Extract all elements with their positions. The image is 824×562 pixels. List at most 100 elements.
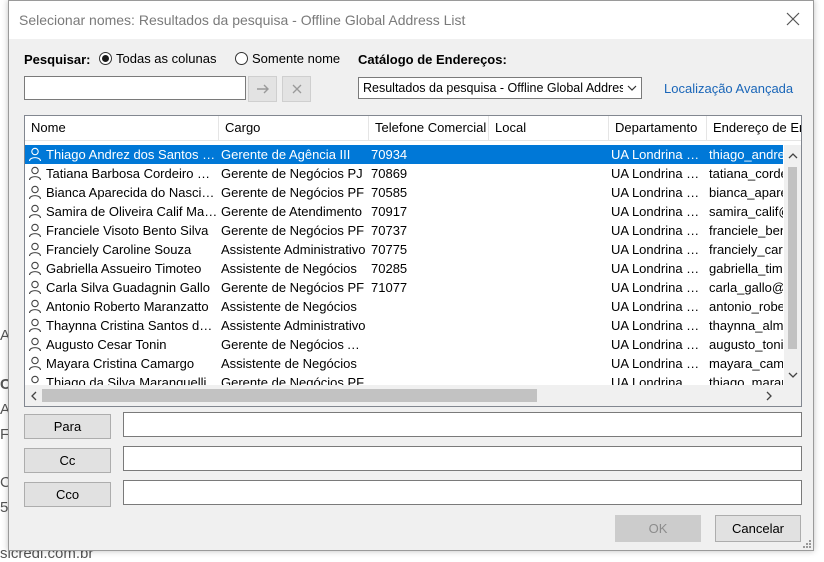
- cell-local: [491, 202, 607, 221]
- cell-telefone: 70285: [371, 261, 408, 276]
- table-row[interactable]: Franciele Visoto Bento Silva Gerente de N…: [25, 221, 783, 240]
- cell-email: bianca_aparecida@sicredi.com.br: [709, 185, 783, 200]
- table-row[interactable]: Gabriella Assueiro Timoteo Assistente de …: [25, 259, 783, 278]
- radio-name-only[interactable]: Somente nome: [235, 51, 340, 66]
- user-icon: [28, 204, 42, 219]
- cell-cargo: Assistente de Negócios: [221, 356, 357, 371]
- radio-all-columns[interactable]: Todas as colunas: [99, 51, 216, 66]
- user-icon: [31, 375, 39, 384]
- cell-local: [491, 240, 607, 259]
- cell-nome: Bianca Aparecida do Nascimento: [46, 185, 218, 200]
- cell-local: [491, 297, 607, 316]
- user-icon: [28, 185, 42, 200]
- cell-nome: Franciele Visoto Bento Silva: [46, 223, 209, 238]
- advanced-find-link[interactable]: Localização Avançada: [664, 81, 793, 96]
- column-header-departamento[interactable]: Departamento: [609, 116, 707, 140]
- cell-cargo: Gerente de Negócios PF: [221, 375, 365, 385]
- cell-email: franciele_bento@sicredi.com.br: [709, 223, 783, 238]
- table-row[interactable]: Augusto Cesar Tonin Gerente de Negócios A…: [25, 335, 783, 354]
- vertical-scrollbar[interactable]: [784, 145, 801, 385]
- cell-telefone: 70737: [371, 223, 408, 238]
- cell-nome: Samira de Oliveira Calif Martins: [46, 204, 218, 219]
- cancel-button[interactable]: Cancelar: [715, 515, 801, 542]
- table-row[interactable]: Carla Silva Guadagnin Gallo Gerente de Ne…: [25, 278, 783, 297]
- column-header-nome[interactable]: Nome: [25, 116, 219, 140]
- horizontal-scroll-thumb[interactable]: [42, 389, 537, 402]
- user-icon: [28, 166, 42, 181]
- column-header-telefone[interactable]: Telefone Comercial: [369, 116, 489, 140]
- table-row[interactable]: Thiago da Silva Maranguelli Gerente de Ne…: [25, 373, 783, 385]
- user-icon: [28, 147, 42, 162]
- list-header: Nome Cargo Telefone Comercial Local Depa…: [25, 116, 801, 141]
- cell-email: franciely_caroline@sicredi.com.br: [709, 242, 783, 257]
- user-icon: [28, 356, 42, 371]
- chevron-down-icon[interactable]: [784, 366, 801, 383]
- cell-telefone: 70775: [371, 242, 408, 257]
- cell-telefone: 70585: [371, 185, 408, 200]
- cell-nome: Carla Silva Guadagnin Gallo: [46, 280, 211, 295]
- radio-dot: [235, 52, 248, 65]
- vertical-scroll-thumb[interactable]: [788, 167, 797, 349]
- resize-grip-icon[interactable]: [801, 538, 811, 548]
- chevron-left-icon[interactable]: [25, 387, 42, 404]
- user-icon: [28, 242, 42, 257]
- horizontal-scrollbar[interactable]: [25, 385, 801, 406]
- cell-local: [491, 373, 607, 385]
- close-button[interactable]: [781, 7, 807, 33]
- cell-departamento: UA Londrina Dez de Dezembro: [611, 375, 705, 385]
- list-rows: Thiago Andrez dos Santos Silva Gerente de…: [25, 145, 783, 385]
- table-row[interactable]: Franciely Caroline Souza Assistente Admin…: [25, 240, 783, 259]
- cell-nome: Gabriella Assueiro Timoteo: [46, 261, 202, 276]
- table-row[interactable]: Antonio Roberto Maranzatto Assistente de …: [25, 297, 783, 316]
- table-row[interactable]: Bianca Aparecida do NascimentoGerente de…: [25, 183, 783, 202]
- cell-local: [491, 164, 607, 183]
- cell-cargo: Assistente de Negócios: [221, 299, 357, 314]
- column-header-cargo[interactable]: Cargo: [219, 116, 369, 140]
- cell-departamento: UA Londrina Dez de Dezembro: [611, 166, 705, 181]
- cell-local: [491, 221, 607, 240]
- user-icon: [28, 223, 42, 238]
- cell-email: thaynna_almeida@sicredi.com.br: [709, 318, 783, 333]
- cc-button[interactable]: Cc: [24, 448, 111, 473]
- column-header-email[interactable]: Endereço de Email: [707, 116, 801, 140]
- to-button[interactable]: Para: [24, 414, 111, 439]
- table-row[interactable]: Tatiana Barbosa Cordeiro SoaresGerente d…: [25, 164, 783, 183]
- search-go-button[interactable]: [248, 76, 277, 102]
- cell-nome: Augusto Cesar Tonin: [46, 337, 167, 352]
- cell-email: gabriella_timoteo@sicredi.com.br: [709, 261, 783, 276]
- cc-field[interactable]: [123, 446, 802, 471]
- cell-local: [491, 183, 607, 202]
- chevron-up-icon[interactable]: [784, 147, 801, 164]
- cell-email: augusto_tonin@sicredi.com.br: [709, 337, 783, 352]
- cell-departamento: UA Londrina Dez de Dezembro: [611, 318, 705, 333]
- radio-name-only-label: Somente nome: [252, 51, 341, 66]
- column-header-local[interactable]: Local: [489, 116, 609, 140]
- cell-local: [491, 278, 607, 297]
- cell-local: [491, 354, 607, 373]
- address-book-select[interactable]: Resultados da pesquisa - Offline Global …: [358, 77, 642, 99]
- search-input[interactable]: [24, 76, 246, 100]
- bcc-button[interactable]: Cco: [24, 482, 111, 507]
- user-icon: [28, 261, 42, 276]
- bcc-field[interactable]: [123, 480, 802, 505]
- results-list[interactable]: Nome Cargo Telefone Comercial Local Depa…: [24, 115, 802, 407]
- cell-departamento: UA Londrina Dez de Dezembro: [611, 204, 705, 219]
- to-field[interactable]: [123, 412, 802, 437]
- user-icon: [28, 280, 42, 295]
- cell-departamento: UA Londrina Dez de Dezembro: [611, 242, 705, 257]
- cell-telefone: 70917: [371, 204, 408, 219]
- cell-telefone: 70869: [371, 166, 408, 181]
- radio-all-columns-label: Todas as colunas: [116, 51, 217, 66]
- table-row[interactable]: Samira de Oliveira Calif Martins Gerente …: [25, 202, 783, 221]
- cell-cargo: Assistente Administrativo: [221, 318, 366, 333]
- table-row[interactable]: Thiago Andrez dos Santos Silva Gerente de…: [25, 145, 783, 164]
- ok-button[interactable]: OK: [615, 515, 701, 542]
- cell-cargo: Gerente de Negócios PJ: [221, 166, 363, 181]
- chevron-right-icon[interactable]: [760, 387, 777, 404]
- search-clear-button[interactable]: [282, 76, 311, 102]
- table-row[interactable]: Thaynna Cristina Santos de AlmeidaAssist…: [25, 316, 783, 335]
- table-row[interactable]: Mayara Cristina Camargo Assistente de Neg…: [25, 354, 783, 373]
- cell-departamento: UA Londrina Dez de Dezembro: [611, 147, 705, 162]
- cell-telefone: [371, 335, 487, 354]
- cell-email: carla_gallo@sicredi.com.br: [709, 280, 783, 295]
